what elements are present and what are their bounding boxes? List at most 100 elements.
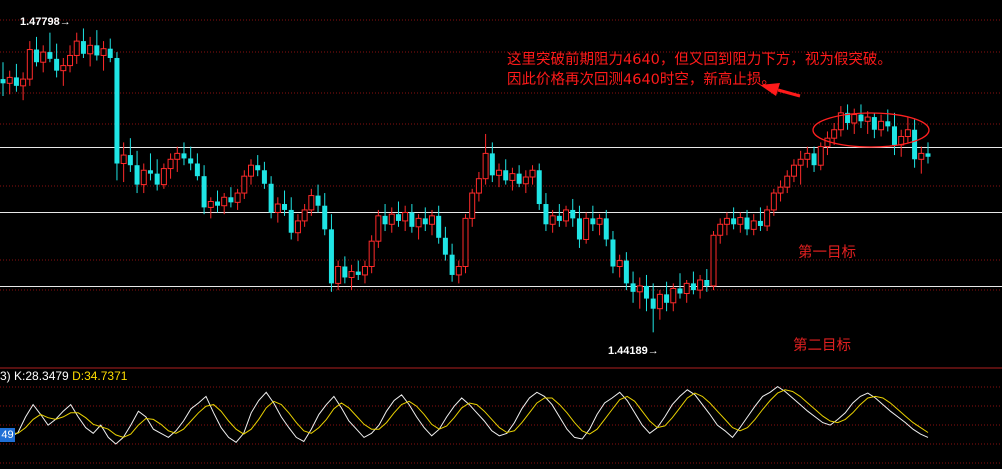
candle-body bbox=[348, 271, 355, 278]
candle bbox=[382, 204, 388, 232]
candle bbox=[885, 109, 891, 132]
candle bbox=[536, 163, 542, 210]
candle-body bbox=[509, 173, 516, 181]
candle-body bbox=[34, 49, 40, 63]
high-price-marker: 1.47798→ bbox=[20, 16, 71, 28]
candle-body bbox=[214, 201, 220, 206]
candle-body bbox=[650, 298, 656, 309]
candle-body bbox=[94, 45, 100, 56]
candle-body bbox=[308, 195, 315, 211]
candle bbox=[288, 197, 294, 240]
candle-body bbox=[643, 285, 649, 299]
candle-body bbox=[361, 265, 368, 276]
candle bbox=[570, 198, 576, 227]
candle-body bbox=[294, 220, 301, 234]
candle-body bbox=[194, 163, 200, 177]
candle-body bbox=[583, 217, 590, 240]
candle-body bbox=[20, 78, 27, 87]
candle-body bbox=[261, 170, 267, 184]
candle-body bbox=[489, 153, 495, 176]
candle bbox=[509, 167, 516, 191]
candle-body bbox=[851, 114, 858, 124]
candle-body bbox=[127, 155, 133, 166]
candle bbox=[737, 212, 744, 233]
candle-body bbox=[817, 146, 824, 166]
candle-body bbox=[596, 217, 603, 225]
candle-body bbox=[529, 169, 536, 178]
candle-body bbox=[188, 158, 194, 164]
candle-body bbox=[704, 280, 710, 286]
candle-body bbox=[784, 175, 791, 188]
k-line bbox=[2, 385, 929, 445]
candle bbox=[817, 142, 824, 171]
candle-body bbox=[616, 260, 623, 267]
candle-body bbox=[603, 218, 609, 240]
candle-body bbox=[563, 209, 570, 222]
candle-body bbox=[422, 218, 428, 225]
candle bbox=[73, 32, 80, 64]
candle bbox=[375, 209, 382, 248]
candle bbox=[556, 204, 562, 227]
candle-body bbox=[140, 169, 147, 186]
candle-body bbox=[576, 218, 582, 240]
candle bbox=[248, 159, 255, 185]
candle bbox=[335, 260, 342, 291]
candle-body bbox=[804, 152, 811, 160]
candle bbox=[462, 214, 469, 274]
candle bbox=[134, 150, 140, 194]
candle bbox=[603, 209, 609, 247]
candle bbox=[731, 207, 737, 230]
candle bbox=[891, 112, 897, 156]
candle-body bbox=[87, 44, 94, 55]
candle-body bbox=[543, 204, 549, 225]
candle-body bbox=[234, 192, 241, 203]
candle bbox=[147, 153, 153, 181]
candle-body bbox=[107, 48, 113, 58]
candle bbox=[904, 117, 911, 143]
candle-body bbox=[717, 223, 724, 236]
candle bbox=[831, 122, 838, 145]
candle bbox=[261, 161, 267, 189]
candle-body bbox=[73, 40, 80, 56]
candle bbox=[804, 146, 811, 168]
candle bbox=[898, 129, 905, 157]
marker-arrow-icon: → bbox=[647, 345, 659, 357]
candle-body bbox=[26, 49, 33, 80]
candle-body bbox=[925, 153, 931, 157]
candle bbox=[710, 231, 717, 291]
candle-body bbox=[375, 215, 382, 242]
candle-body bbox=[428, 215, 435, 225]
indicator-axis-tag: 49 bbox=[0, 428, 15, 442]
candle-body bbox=[221, 196, 228, 207]
candle bbox=[100, 41, 107, 71]
candle bbox=[529, 165, 536, 185]
candle-body bbox=[54, 58, 60, 71]
candle bbox=[241, 170, 248, 199]
candle bbox=[315, 184, 321, 213]
candle bbox=[395, 201, 401, 227]
candle-body bbox=[181, 153, 187, 159]
candle bbox=[60, 57, 67, 86]
candle bbox=[489, 142, 495, 183]
candle bbox=[623, 252, 629, 291]
candle-body bbox=[154, 173, 160, 185]
candle bbox=[503, 159, 509, 185]
candle bbox=[188, 146, 194, 171]
kdj-readout: 3) K:28.3479 D:34.7371 bbox=[0, 369, 127, 383]
candle-body bbox=[764, 209, 771, 227]
candle bbox=[207, 197, 214, 219]
candle bbox=[40, 45, 47, 73]
candle-body bbox=[167, 158, 174, 170]
candle bbox=[160, 163, 167, 189]
candle-body bbox=[496, 169, 503, 176]
target-two-label: 第二目标 bbox=[793, 338, 851, 354]
candle-body bbox=[288, 209, 294, 233]
candle bbox=[120, 142, 127, 183]
candle-body bbox=[355, 271, 361, 275]
candle-body bbox=[6, 76, 13, 84]
candle bbox=[824, 131, 831, 156]
candle bbox=[181, 142, 187, 166]
analysis-note-line2: 因此价格再次回测4640时空，新高止损。 bbox=[507, 72, 776, 88]
candle-body bbox=[549, 215, 556, 225]
candle bbox=[590, 205, 596, 232]
